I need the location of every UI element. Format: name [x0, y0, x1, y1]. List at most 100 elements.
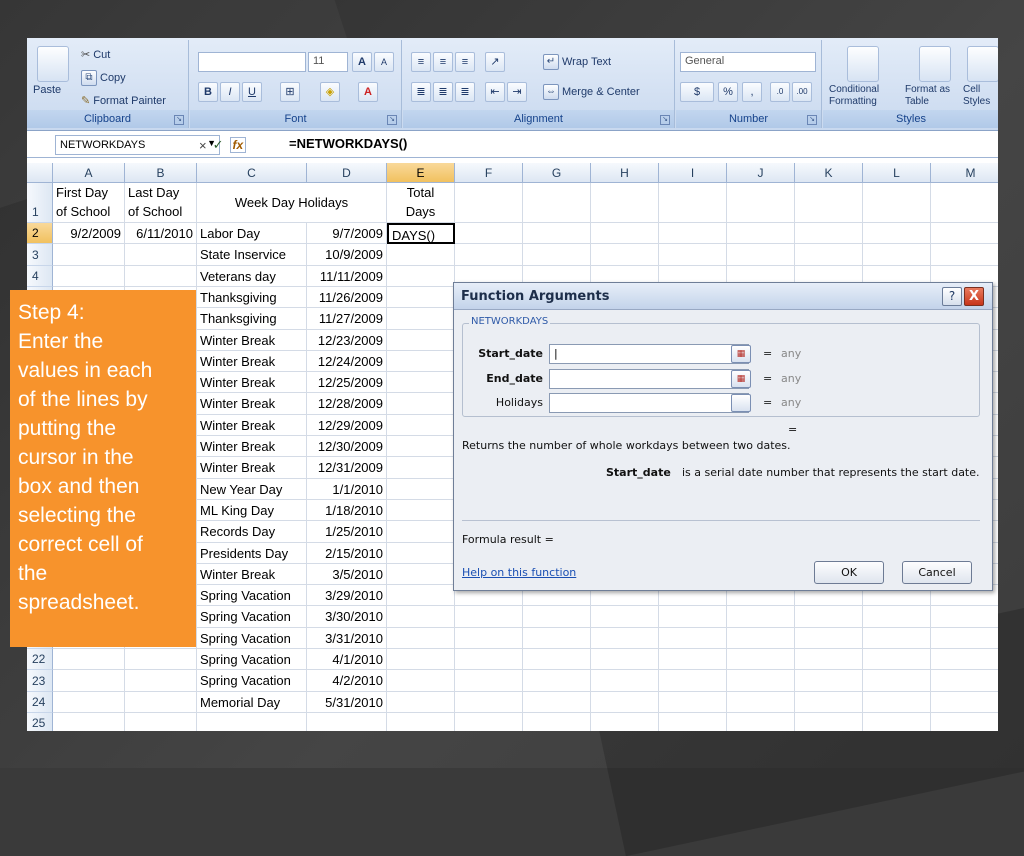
font-name-box[interactable]	[198, 52, 306, 72]
cell[interactable]	[387, 479, 455, 500]
insert-function-icon[interactable]: fx	[229, 137, 247, 153]
cell[interactable]	[523, 670, 591, 692]
cut-button[interactable]: ✂ Cut	[81, 48, 110, 62]
cell[interactable]	[387, 436, 455, 457]
cell[interactable]	[863, 649, 931, 670]
format-as-table-button[interactable]: Format as Table	[905, 84, 961, 108]
cell[interactable]: 12/31/2009	[307, 457, 387, 479]
row-header[interactable]: 1	[27, 183, 53, 223]
cell[interactable]: 4/2/2010	[307, 670, 387, 692]
cancel-button[interactable]: Cancel	[902, 561, 972, 584]
cell[interactable]	[387, 543, 455, 564]
cell[interactable]	[53, 266, 125, 287]
borders-icon[interactable]: ⊞	[280, 82, 300, 102]
cell[interactable]	[455, 244, 523, 266]
column-header[interactable]: B	[125, 163, 197, 183]
cell[interactable]	[931, 244, 998, 266]
cell[interactable]	[523, 713, 591, 731]
cell[interactable]	[523, 244, 591, 266]
cell[interactable]: Winter Break	[197, 564, 307, 585]
column-header[interactable]: D	[307, 163, 387, 183]
column-header[interactable]: C	[197, 163, 307, 183]
cell[interactable]	[727, 244, 795, 266]
cell[interactable]: Spring Vacation	[197, 670, 307, 692]
cell[interactable]: 6/11/2010	[125, 223, 197, 244]
cell[interactable]	[53, 692, 125, 713]
cell[interactable]	[125, 713, 197, 731]
cell[interactable]: 11/11/2009	[307, 266, 387, 287]
align-bottom-icon[interactable]: ≡	[455, 52, 475, 72]
decrease-decimal-button[interactable]: .00	[792, 82, 812, 102]
format-as-table-icon[interactable]	[919, 46, 951, 82]
increase-decimal-button[interactable]: .0	[770, 82, 790, 102]
cell[interactable]: 11/27/2009	[307, 308, 387, 330]
cell[interactable]	[659, 244, 727, 266]
dialog-titlebar[interactable]: Function Arguments ? X	[454, 283, 992, 310]
cell[interactable]	[455, 692, 523, 713]
cell[interactable]	[591, 670, 659, 692]
cell[interactable]	[727, 713, 795, 731]
cell[interactable]	[659, 628, 727, 649]
dialog-launcher-icon[interactable]: ↘	[174, 115, 184, 125]
column-header[interactable]: K	[795, 163, 863, 183]
cell[interactable]	[863, 606, 931, 628]
cell[interactable]	[795, 628, 863, 649]
cell[interactable]: 12/24/2009	[307, 351, 387, 372]
cell[interactable]	[387, 521, 455, 543]
cell[interactable]	[53, 713, 125, 731]
align-right-icon[interactable]: ≣	[455, 82, 475, 102]
cell[interactable]	[931, 183, 998, 223]
cell[interactable]	[727, 628, 795, 649]
align-top-icon[interactable]: ≡	[411, 52, 431, 72]
cell[interactable]: Records Day	[197, 521, 307, 543]
copy-button[interactable]: ⧉ Copy	[81, 70, 126, 86]
cell[interactable]	[591, 183, 659, 223]
cell[interactable]	[523, 183, 591, 223]
cell[interactable]	[387, 606, 455, 628]
cell[interactable]: State Inservice	[197, 244, 307, 266]
cell[interactable]	[795, 713, 863, 731]
collapse-dialog-icon[interactable]: ▦	[731, 345, 751, 363]
cell[interactable]: New Year Day	[197, 479, 307, 500]
cell[interactable]: Spring Vacation	[197, 628, 307, 649]
column-header[interactable]: I	[659, 163, 727, 183]
cell[interactable]	[455, 606, 523, 628]
conditional-formatting-icon[interactable]	[847, 46, 879, 82]
paste-button[interactable]: Paste	[33, 84, 61, 96]
cell[interactable]	[455, 649, 523, 670]
cell[interactable]	[863, 692, 931, 713]
cell[interactable]	[591, 713, 659, 731]
cell[interactable]	[795, 223, 863, 244]
cell[interactable]: Veterans day	[197, 266, 307, 287]
cell[interactable]: 12/23/2009	[307, 330, 387, 351]
row-header[interactable]: 4	[27, 266, 53, 287]
comma-button[interactable]: ,	[742, 82, 762, 102]
currency-button[interactable]: $	[680, 82, 714, 102]
header-cell[interactable]: First Day of School	[53, 183, 125, 223]
cell[interactable]: 11/26/2009	[307, 287, 387, 308]
cell[interactable]	[387, 393, 455, 415]
cell[interactable]: 9/2/2009	[53, 223, 125, 244]
row-header[interactable]: 22	[27, 649, 53, 670]
close-icon[interactable]: X	[964, 287, 984, 306]
row-header[interactable]: 3	[27, 244, 53, 266]
format-painter-button[interactable]: ✎ Format Painter	[81, 94, 166, 108]
cell[interactable]	[659, 649, 727, 670]
cell[interactable]: 12/30/2009	[307, 436, 387, 457]
holidays-input[interactable]	[549, 393, 749, 413]
cell[interactable]	[387, 692, 455, 713]
cell[interactable]	[197, 713, 307, 731]
cell[interactable]	[795, 649, 863, 670]
cell[interactable]	[455, 223, 523, 244]
cancel-icon[interactable]: ×	[199, 138, 207, 153]
cell[interactable]	[523, 606, 591, 628]
cell[interactable]: Winter Break	[197, 393, 307, 415]
cell[interactable]: Spring Vacation	[197, 585, 307, 606]
cell[interactable]: 3/30/2010	[307, 606, 387, 628]
cell[interactable]	[931, 713, 998, 731]
cell[interactable]	[125, 244, 197, 266]
name-box[interactable]: NETWORKDAYS ▼	[55, 135, 220, 155]
cell[interactable]: Memorial Day	[197, 692, 307, 713]
cell[interactable]	[659, 713, 727, 731]
cell[interactable]: 2/15/2010	[307, 543, 387, 564]
